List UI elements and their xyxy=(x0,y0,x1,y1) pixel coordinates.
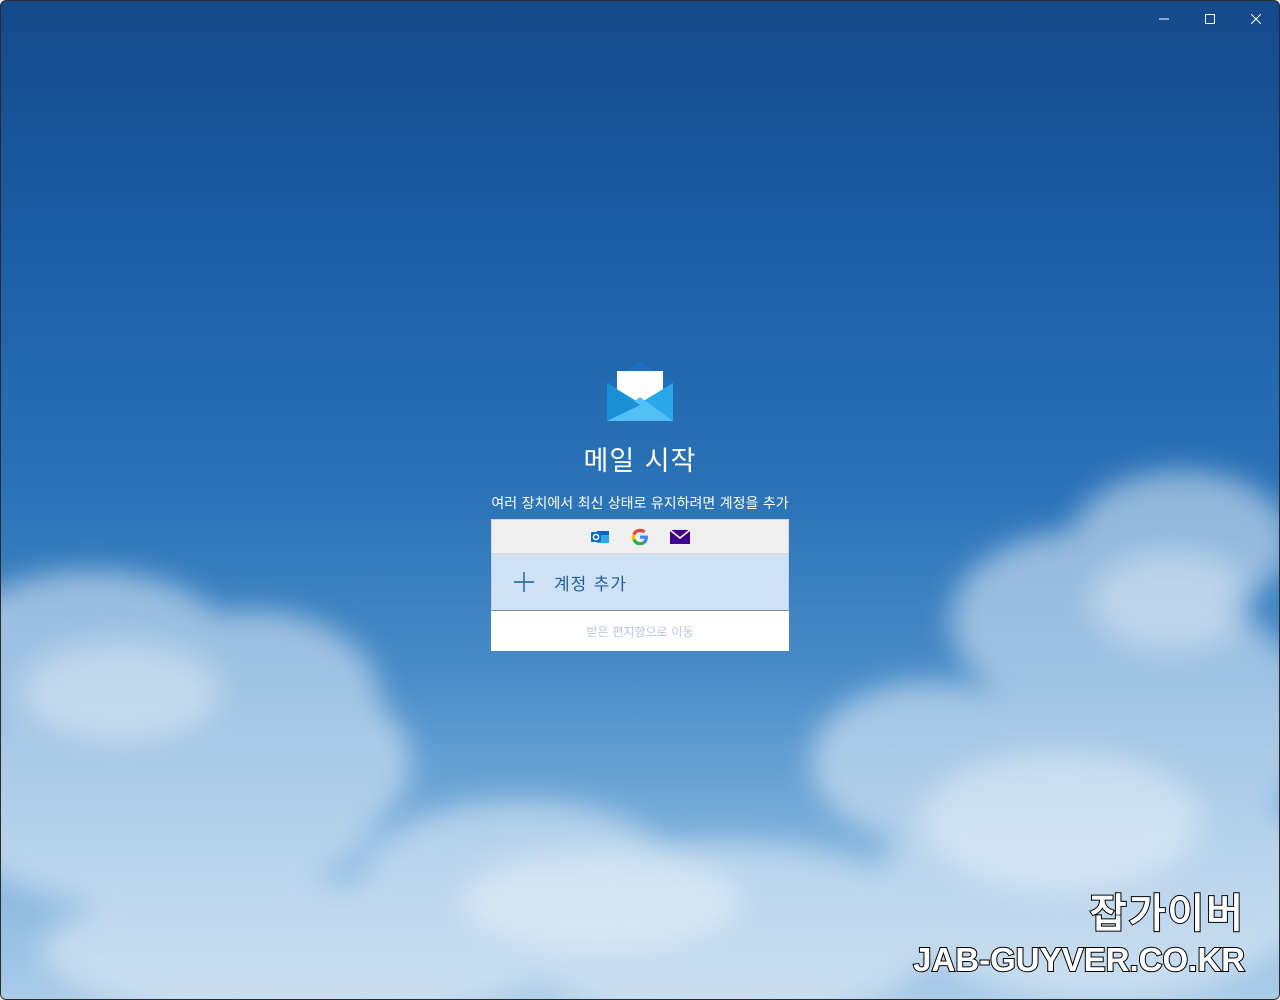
subtitle-text: 여러 장치에서 최신 상태로 유지하려면 계정을 추가 xyxy=(491,496,789,512)
add-account-label: 계정 추가 xyxy=(554,574,627,595)
plus-icon xyxy=(514,572,534,592)
page-title: 메일 시작 xyxy=(583,446,697,477)
yahoo-mail-icon xyxy=(669,526,691,548)
outlook-icon xyxy=(589,526,611,548)
provider-strip xyxy=(491,519,789,554)
close-icon xyxy=(1251,14,1261,24)
title-bar xyxy=(1141,1,1279,37)
maximize-button[interactable] xyxy=(1187,1,1233,37)
watermark-title: 잡가이버 xyxy=(1089,891,1245,937)
watermark: 잡가이버 JAB-GUYVER.CO.KR xyxy=(912,881,1246,979)
minimize-icon xyxy=(1159,18,1169,20)
watermark-url: JAB-GUYVER.CO.KR xyxy=(912,940,1246,979)
mail-app-window: 메일 시작 여러 장치에서 최신 상태로 유지하려면 계정을 추가 계정 추가 … xyxy=(0,0,1280,1000)
minimize-button[interactable] xyxy=(1141,1,1187,37)
go-to-inbox-button[interactable]: 받은 편지함으로 이동 xyxy=(491,611,789,651)
account-card: 계정 추가 받은 편지함으로 이동 xyxy=(491,519,789,651)
mail-envelope-icon xyxy=(607,361,673,421)
go-to-inbox-label: 받은 편지함으로 이동 xyxy=(586,624,694,639)
maximize-icon xyxy=(1205,14,1215,24)
add-account-button[interactable]: 계정 추가 xyxy=(491,554,789,611)
close-button[interactable] xyxy=(1233,1,1279,37)
google-icon xyxy=(629,526,651,548)
